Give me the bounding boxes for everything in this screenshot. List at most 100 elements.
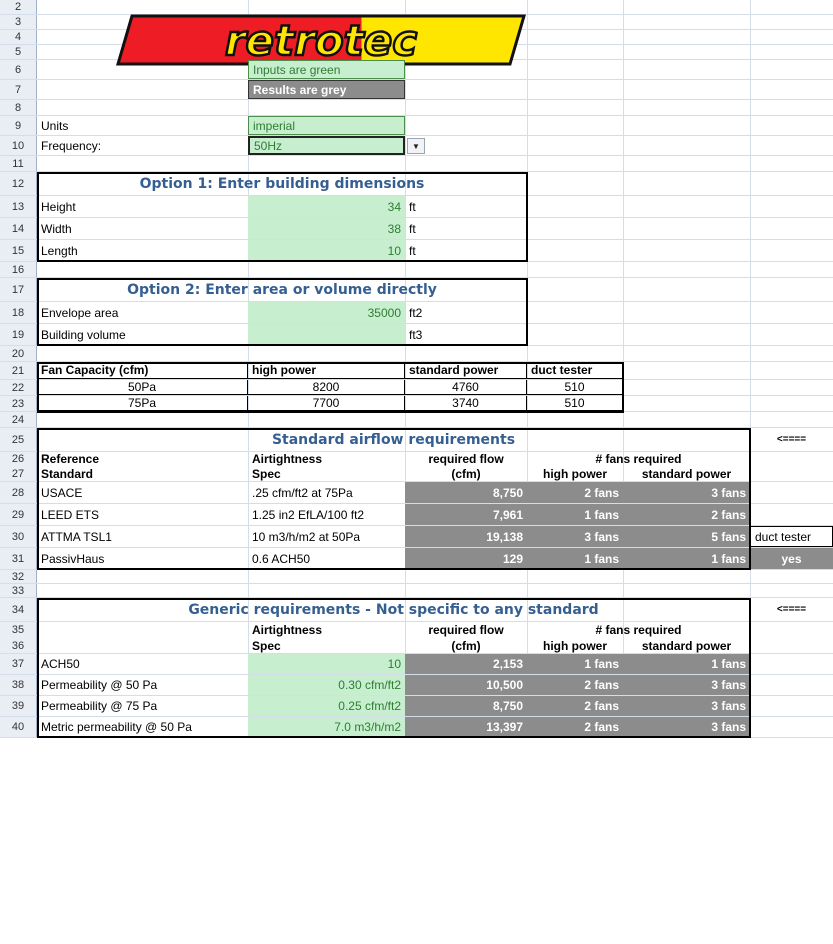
table-cell[interactable]: 75Pa [37, 396, 248, 411]
standard-spec: .25 cfm/ft2 at 75Pa [252, 485, 353, 500]
duct-tester-result[interactable]: yes [750, 548, 833, 569]
row-header[interactable]: 23 [0, 396, 37, 411]
table-cell[interactable]: 7700 [248, 396, 405, 411]
spec-input[interactable]: 0.30 cfm/ft2 [248, 675, 405, 695]
row-header[interactable]: 38 [0, 675, 37, 695]
table-cell[interactable]: 510 [527, 380, 623, 395]
height-input[interactable]: 34 [248, 196, 405, 217]
row-29: 29 LEED ETS 1.25 in2 EfLA/100 ft2 7,961 … [0, 504, 833, 526]
row-header[interactable]: 31 [0, 548, 37, 569]
row-header[interactable]: 8 [0, 100, 37, 115]
standard-power-fans-result[interactable]: 5 fans [623, 526, 750, 547]
spec-input[interactable]: 0.25 cfm/ft2 [248, 696, 405, 716]
spec-input[interactable]: 10 [248, 654, 405, 674]
row-header[interactable]: 30 [0, 526, 37, 547]
row-header[interactable]: 19 [0, 324, 37, 345]
legend-results[interactable]: Results are grey [248, 80, 405, 99]
standard-power-fans-result[interactable]: 3 fans [623, 717, 750, 737]
row-header[interactable]: 21 [0, 362, 37, 379]
arrow-indicator: <==== [776, 434, 807, 445]
row-header[interactable]: 6 [0, 60, 37, 79]
high-power-fans-result[interactable]: 2 fans [527, 696, 623, 716]
required-flow-result[interactable]: 129 [405, 548, 527, 569]
table-cell[interactable]: 510 [527, 396, 623, 411]
row-header[interactable]: 7 [0, 80, 37, 99]
row-24: 24 [0, 412, 833, 428]
table-cell[interactable]: 50Pa [37, 380, 248, 395]
length-unit: ft [409, 243, 416, 258]
high-power-fans-result[interactable]: 3 fans [527, 526, 623, 547]
col-header-high-power: high power [543, 638, 607, 653]
legend-inputs[interactable]: Inputs are green [248, 60, 405, 79]
required-flow-result[interactable]: 13,397 [405, 717, 527, 737]
standard-power-fans-result[interactable]: 3 fans [623, 482, 750, 503]
frequency-select[interactable]: 50Hz [248, 136, 405, 155]
required-flow-result[interactable]: 8,750 [405, 696, 527, 716]
required-flow-result[interactable]: 8,750 [405, 482, 527, 503]
high-power-fans-result[interactable]: 1 fans [527, 504, 623, 525]
row-header[interactable]: 36 [0, 638, 37, 653]
row-header[interactable]: 24 [0, 412, 37, 427]
table-cell[interactable]: 3740 [405, 396, 527, 411]
building-volume-input[interactable] [248, 324, 405, 345]
standard-power-fans-result[interactable]: 1 fans [623, 548, 750, 569]
col-header-cfm: (cfm) [451, 638, 481, 653]
standard-power-fans-result[interactable]: 2 fans [623, 504, 750, 525]
row-header[interactable]: 10 [0, 136, 37, 155]
high-power-fans-result[interactable]: 1 fans [527, 548, 623, 569]
row-header[interactable]: 25 [0, 428, 37, 451]
spreadsheet[interactable]: 2 3 4 5 retrotec 6 Inputs are green 7 Re… [0, 0, 833, 944]
required-flow-result[interactable]: 2,153 [405, 654, 527, 674]
row-header[interactable]: 13 [0, 196, 37, 217]
row-header[interactable]: 16 [0, 262, 37, 277]
row-header[interactable]: 37 [0, 654, 37, 674]
row-header[interactable]: 35 [0, 622, 37, 638]
standard-power-fans-result[interactable]: 3 fans [623, 675, 750, 695]
row-header[interactable]: 12 [0, 172, 37, 195]
row-header[interactable]: 34 [0, 598, 37, 621]
row-header[interactable]: 27 [0, 466, 37, 481]
row-header[interactable]: 15 [0, 240, 37, 261]
envelope-area-input[interactable]: 35000 [248, 302, 405, 323]
row-header[interactable]: 3 [0, 15, 37, 29]
row-header[interactable]: 17 [0, 278, 37, 301]
table-cell[interactable]: 4760 [405, 380, 527, 395]
table-cell[interactable]: 8200 [248, 380, 405, 395]
high-power-fans-result[interactable]: 2 fans [527, 717, 623, 737]
dropdown-arrow-button[interactable]: ▼ [407, 138, 425, 154]
row-header[interactable]: 20 [0, 346, 37, 361]
high-power-fans-result[interactable]: 2 fans [527, 675, 623, 695]
row-header[interactable]: 28 [0, 482, 37, 503]
required-flow-result[interactable]: 19,138 [405, 526, 527, 547]
high-power-fans-result[interactable]: 1 fans [527, 654, 623, 674]
row-header[interactable]: 26 [0, 452, 37, 466]
row-header[interactable]: 22 [0, 380, 37, 395]
row-header[interactable]: 14 [0, 218, 37, 239]
length-input[interactable]: 10 [248, 240, 405, 261]
required-flow-result[interactable]: 7,961 [405, 504, 527, 525]
width-input[interactable]: 38 [248, 218, 405, 239]
row-header[interactable]: 11 [0, 156, 37, 171]
row-header[interactable]: 18 [0, 302, 37, 323]
units-value[interactable]: imperial [248, 116, 405, 135]
standard-power-fans-result[interactable]: 1 fans [623, 654, 750, 674]
generic-name: ACH50 [41, 657, 80, 671]
col-header-high-power: high power [543, 466, 607, 481]
row-header[interactable]: 33 [0, 584, 37, 597]
row-header[interactable]: 4 [0, 30, 37, 44]
generic-name: Permeability @ 50 Pa [41, 678, 158, 692]
spec-input[interactable]: 7.0 m3/h/m2 [248, 717, 405, 737]
row-header[interactable]: 32 [0, 570, 37, 583]
required-flow-result[interactable]: 10,500 [405, 675, 527, 695]
row-header[interactable]: 29 [0, 504, 37, 525]
row-header[interactable]: 5 [0, 45, 37, 59]
row-36: 36 Spec (cfm) high power standard power [0, 638, 833, 654]
row-header[interactable]: 39 [0, 696, 37, 716]
row-header[interactable]: 40 [0, 717, 37, 737]
standard-power-fans-result[interactable]: 3 fans [623, 696, 750, 716]
standard-spec: 10 m3/h/m2 at 50Pa [252, 529, 361, 544]
fan-capacity-header: high power [248, 362, 405, 379]
high-power-fans-result[interactable]: 2 fans [527, 482, 623, 503]
row-header[interactable]: 9 [0, 116, 37, 135]
row-header[interactable]: 2 [0, 0, 37, 14]
